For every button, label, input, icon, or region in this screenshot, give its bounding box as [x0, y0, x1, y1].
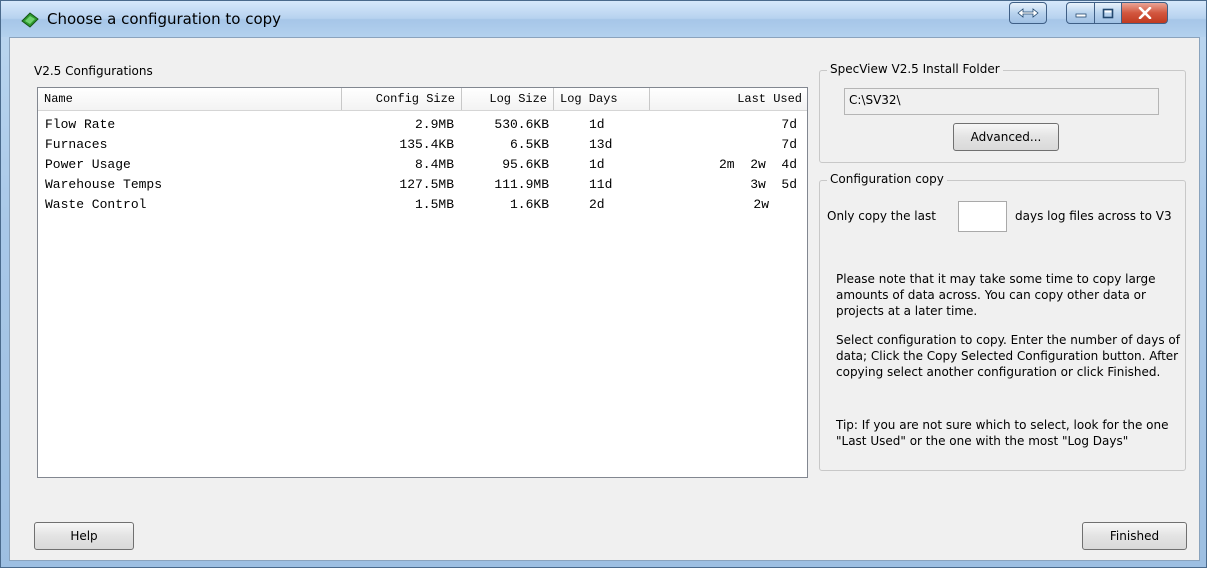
- note-tip: Tip: If you are not sure which to select…: [836, 418, 1169, 448]
- cell-last-used: 2m 2w 4d: [718, 157, 797, 172]
- cell-name: Flow Rate: [45, 117, 116, 132]
- close-button[interactable]: [1121, 2, 1168, 24]
- table-row[interactable]: Flow Rate 2.9MB 530.6KB 1d 7d: [38, 115, 807, 135]
- window-title: Choose a configuration to copy: [47, 10, 282, 28]
- maximize-button[interactable]: [1094, 2, 1122, 24]
- configurations-list[interactable]: Name Config Size Log Size Log Days Last …: [37, 87, 808, 478]
- title-bar[interactable]: Choose a configuration to copy: [1, 1, 1206, 37]
- install-folder-path-field[interactable]: C:\SV32\: [844, 88, 1159, 115]
- advanced-button[interactable]: Advanced...: [953, 123, 1059, 151]
- copy-prefix-label: Only copy the last: [827, 209, 936, 223]
- table-row[interactable]: Furnaces 135.4KB 6.5KB 13d 7d: [38, 135, 807, 155]
- cell-config-size: 2.9MB: [414, 117, 454, 132]
- app-icon: [21, 12, 39, 28]
- cell-last-used: 7d: [781, 137, 797, 152]
- cell-name: Furnaces: [45, 137, 108, 152]
- cell-log-size: 95.6KB: [502, 157, 549, 172]
- maximize-icon: [1102, 8, 1114, 18]
- cell-log-days: 11d: [589, 177, 613, 192]
- cell-log-size: 111.9MB: [494, 177, 549, 192]
- help-button[interactable]: Help: [34, 522, 134, 550]
- cell-log-size: 1.6KB: [509, 197, 549, 212]
- configuration-copy-group-title: Configuration copy: [827, 172, 947, 186]
- column-header-config-size[interactable]: Config Size: [342, 88, 462, 110]
- install-folder-group-title: SpecView V2.5 Install Folder: [827, 62, 1003, 76]
- note-copy-time: Please note that it may take some time t…: [836, 272, 1156, 318]
- cell-log-days: 1d: [589, 117, 605, 132]
- double-arrow-icon: [1017, 8, 1039, 18]
- days-input[interactable]: [958, 201, 1007, 232]
- column-header-log-days[interactable]: Log Days: [554, 88, 650, 110]
- cell-name: Power Usage: [45, 157, 131, 172]
- list-header: Name Config Size Log Size Log Days Last …: [38, 88, 807, 111]
- cell-config-size: 8.4MB: [414, 157, 454, 172]
- resize-toggle-button[interactable]: [1009, 2, 1047, 24]
- finished-button[interactable]: Finished: [1082, 522, 1187, 550]
- cell-config-size: 1.5MB: [414, 197, 454, 212]
- close-icon: [1138, 7, 1151, 19]
- copy-suffix-label: days log files across to V3: [1015, 209, 1172, 223]
- cell-log-size: 6.5KB: [509, 137, 549, 152]
- minimize-icon: [1075, 13, 1086, 18]
- cell-name: Warehouse Temps: [45, 177, 163, 192]
- cell-log-size: 530.6KB: [494, 117, 549, 132]
- install-folder-group: SpecView V2.5 Install Folder C:\SV32\ Ad…: [819, 62, 1186, 163]
- table-row[interactable]: Warehouse Temps 127.5MB 111.9MB 11d 3w 5…: [38, 175, 807, 195]
- cell-last-used: 2w: [753, 197, 769, 212]
- cell-last-used: 7d: [781, 117, 797, 132]
- column-header-name[interactable]: Name: [38, 88, 342, 110]
- column-header-log-size[interactable]: Log Size: [462, 88, 554, 110]
- table-row[interactable]: Power Usage 8.4MB 95.6KB 1d 2m 2w 4d: [38, 155, 807, 175]
- dialog-client-area: V2.5 Configurations Name Config Size Log…: [9, 37, 1200, 561]
- cell-name: Waste Control: [45, 197, 147, 212]
- minimize-button[interactable]: [1066, 2, 1095, 24]
- note-instructions: Select configuration to copy. Enter the …: [836, 333, 1180, 379]
- cell-config-size: 127.5MB: [399, 177, 454, 192]
- cell-config-size: 135.4KB: [399, 137, 454, 152]
- column-header-last-used[interactable]: Last Used: [650, 88, 807, 110]
- table-row[interactable]: Waste Control 1.5MB 1.6KB 2d 2w: [38, 195, 807, 215]
- cell-log-days: 1d: [589, 157, 605, 172]
- cell-last-used: 3w 5d: [750, 177, 797, 192]
- cell-log-days: 2d: [589, 197, 605, 212]
- cell-log-days: 13d: [589, 137, 613, 152]
- dialog-window: Choose a configuration to copy V2.5 Conf…: [0, 0, 1207, 568]
- configurations-label: V2.5 Configurations: [34, 64, 153, 78]
